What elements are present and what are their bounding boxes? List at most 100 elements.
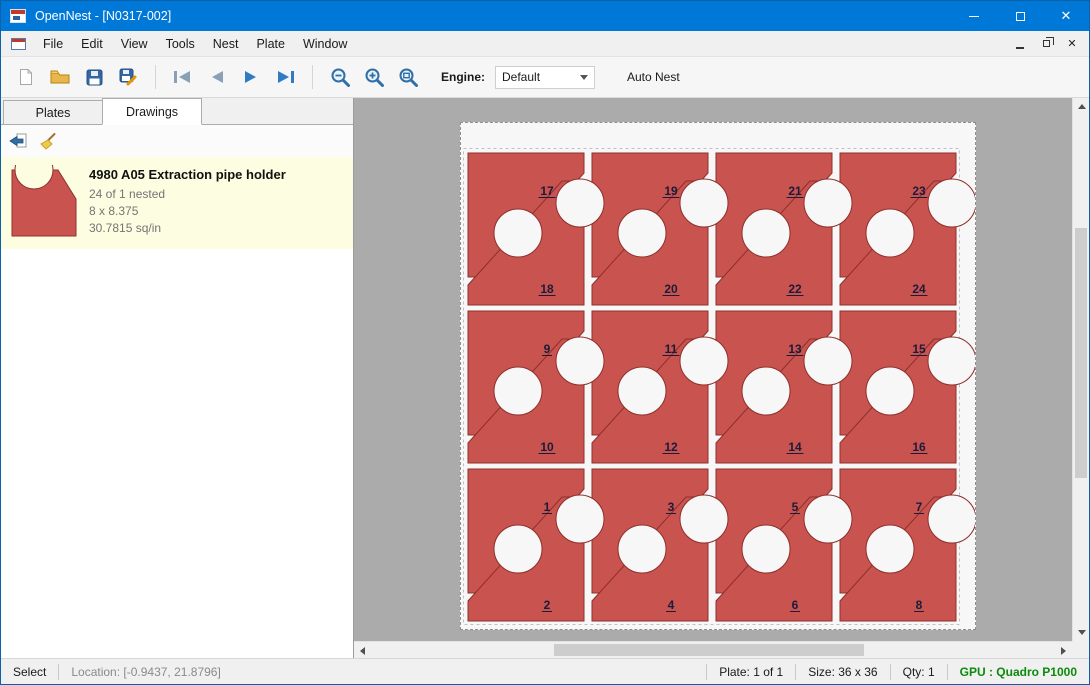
svg-text:24: 24: [912, 282, 926, 296]
svg-text:9: 9: [544, 342, 551, 356]
last-plate-button[interactable]: [270, 62, 300, 92]
mdi-restore-icon: [1043, 40, 1050, 47]
mdi-window-controls: ✕: [1009, 34, 1089, 54]
zoom-fit-icon: [398, 67, 418, 87]
open-folder-icon: [50, 69, 70, 85]
zoom-in-button[interactable]: [359, 62, 389, 92]
zoom-fit-button[interactable]: [393, 62, 423, 92]
engine-label: Engine:: [441, 70, 485, 84]
horizontal-scrollbar[interactable]: [354, 641, 1072, 658]
open-button[interactable]: [45, 62, 75, 92]
drawing-nested-count: 24 of 1 nested: [89, 186, 286, 203]
scroll-up-button[interactable]: [1073, 98, 1089, 115]
drawing-title: 4980 A05 Extraction pipe holder: [89, 167, 286, 182]
svg-text:6: 6: [792, 598, 799, 612]
save-as-button[interactable]: [113, 62, 143, 92]
drawings-toolbar: [1, 125, 353, 157]
main-toolbar: Engine: Default Auto Nest: [1, 57, 1089, 98]
first-arrow-icon: [172, 70, 194, 84]
close-button[interactable]: ✕: [1043, 1, 1089, 31]
new-document-icon: [17, 68, 35, 86]
app-icon: [10, 9, 26, 23]
chevron-down-icon: [580, 75, 588, 80]
side-panel: Plates Drawings: [1, 98, 354, 658]
status-size: Size: 36 x 36: [796, 659, 889, 684]
new-button[interactable]: [11, 62, 41, 92]
app-window: OpenNest - [N0317-002] ✕ File Edit View …: [0, 0, 1090, 685]
zoom-out-button[interactable]: [325, 62, 355, 92]
horizontal-scroll-thumb[interactable]: [554, 644, 864, 656]
nest-svg: 171819202122232491011121314151612345678: [461, 123, 975, 629]
svg-text:22: 22: [788, 282, 802, 296]
first-plate-button[interactable]: [168, 62, 198, 92]
vertical-scrollbar[interactable]: [1072, 98, 1089, 641]
drawing-list-item[interactable]: 4980 A05 Extraction pipe holder 24 of 1 …: [1, 157, 353, 249]
status-qty: Qty: 1: [891, 659, 947, 684]
scroll-left-button[interactable]: [354, 642, 371, 658]
svg-text:12: 12: [664, 440, 678, 454]
clear-drawings-button[interactable]: [35, 128, 61, 154]
drawing-item-details: 4980 A05 Extraction pipe holder 24 of 1 …: [89, 165, 286, 241]
vertical-scroll-thumb[interactable]: [1075, 228, 1087, 478]
status-location: Location: [-0.9437, 21.8796]: [59, 659, 232, 684]
next-plate-button[interactable]: [236, 62, 266, 92]
maximize-icon: [1016, 12, 1025, 21]
nest-canvas[interactable]: 171819202122232491011121314151612345678: [354, 98, 1089, 658]
svg-text:16: 16: [912, 440, 926, 454]
svg-text:19: 19: [664, 184, 678, 198]
svg-text:10: 10: [540, 440, 554, 454]
mdi-minimize-icon: [1016, 47, 1024, 49]
zoom-out-icon: [330, 67, 350, 87]
drawing-area: 30.7815 sq/in: [89, 220, 286, 237]
menu-window[interactable]: Window: [294, 31, 356, 57]
status-gpu: GPU : Quadro P1000: [948, 659, 1089, 684]
engine-select[interactable]: Default: [495, 66, 595, 89]
broom-icon: [39, 132, 57, 150]
tab-plates[interactable]: Plates: [3, 100, 103, 124]
menu-plate[interactable]: Plate: [247, 31, 294, 57]
menu-file[interactable]: File: [34, 31, 72, 57]
save-icon: [86, 69, 103, 86]
svg-text:20: 20: [664, 282, 678, 296]
save-edit-icon: [119, 68, 137, 86]
scroll-right-button[interactable]: [1055, 642, 1072, 658]
toolbar-separator: [155, 65, 156, 89]
minimize-icon: [969, 16, 979, 17]
svg-text:21: 21: [788, 184, 802, 198]
last-arrow-icon: [274, 70, 296, 84]
menu-view[interactable]: View: [112, 31, 157, 57]
minimize-button[interactable]: [951, 1, 997, 31]
svg-text:23: 23: [912, 184, 926, 198]
svg-text:5: 5: [792, 500, 799, 514]
window-controls: ✕: [951, 1, 1089, 31]
engine-selected-value: Default: [502, 70, 540, 84]
panel-tabstrip: Plates Drawings: [1, 98, 353, 125]
status-bar: Select Location: [-0.9437, 21.8796] Plat…: [1, 658, 1089, 684]
auto-nest-button[interactable]: Auto Nest: [619, 65, 688, 89]
svg-text:7: 7: [916, 500, 923, 514]
arrow-left-icon: [360, 647, 365, 655]
close-icon: ✕: [1061, 8, 1072, 24]
maximize-button[interactable]: [997, 1, 1043, 31]
tab-drawings[interactable]: Drawings: [102, 98, 202, 125]
scrollbar-corner: [1072, 641, 1089, 658]
svg-text:8: 8: [916, 598, 923, 612]
arrow-down-icon: [1078, 630, 1086, 635]
content-area: Plates Drawings: [1, 98, 1089, 658]
save-button[interactable]: [79, 62, 109, 92]
scroll-down-button[interactable]: [1073, 624, 1089, 641]
mdi-minimize-button[interactable]: [1009, 34, 1031, 54]
menu-tools[interactable]: Tools: [157, 31, 204, 57]
document-icon: [11, 38, 26, 50]
svg-text:15: 15: [912, 342, 926, 356]
import-drawing-button[interactable]: [5, 128, 31, 154]
arrow-right-icon: [1061, 647, 1066, 655]
menu-nest[interactable]: Nest: [204, 31, 248, 57]
mdi-close-button[interactable]: ✕: [1061, 34, 1083, 54]
title-bar: OpenNest - [N0317-002] ✕: [1, 1, 1089, 31]
mdi-restore-button[interactable]: [1035, 34, 1057, 54]
svg-text:17: 17: [540, 184, 554, 198]
previous-plate-button[interactable]: [202, 62, 232, 92]
plate[interactable]: 171819202122232491011121314151612345678: [460, 122, 976, 630]
menu-edit[interactable]: Edit: [72, 31, 112, 57]
